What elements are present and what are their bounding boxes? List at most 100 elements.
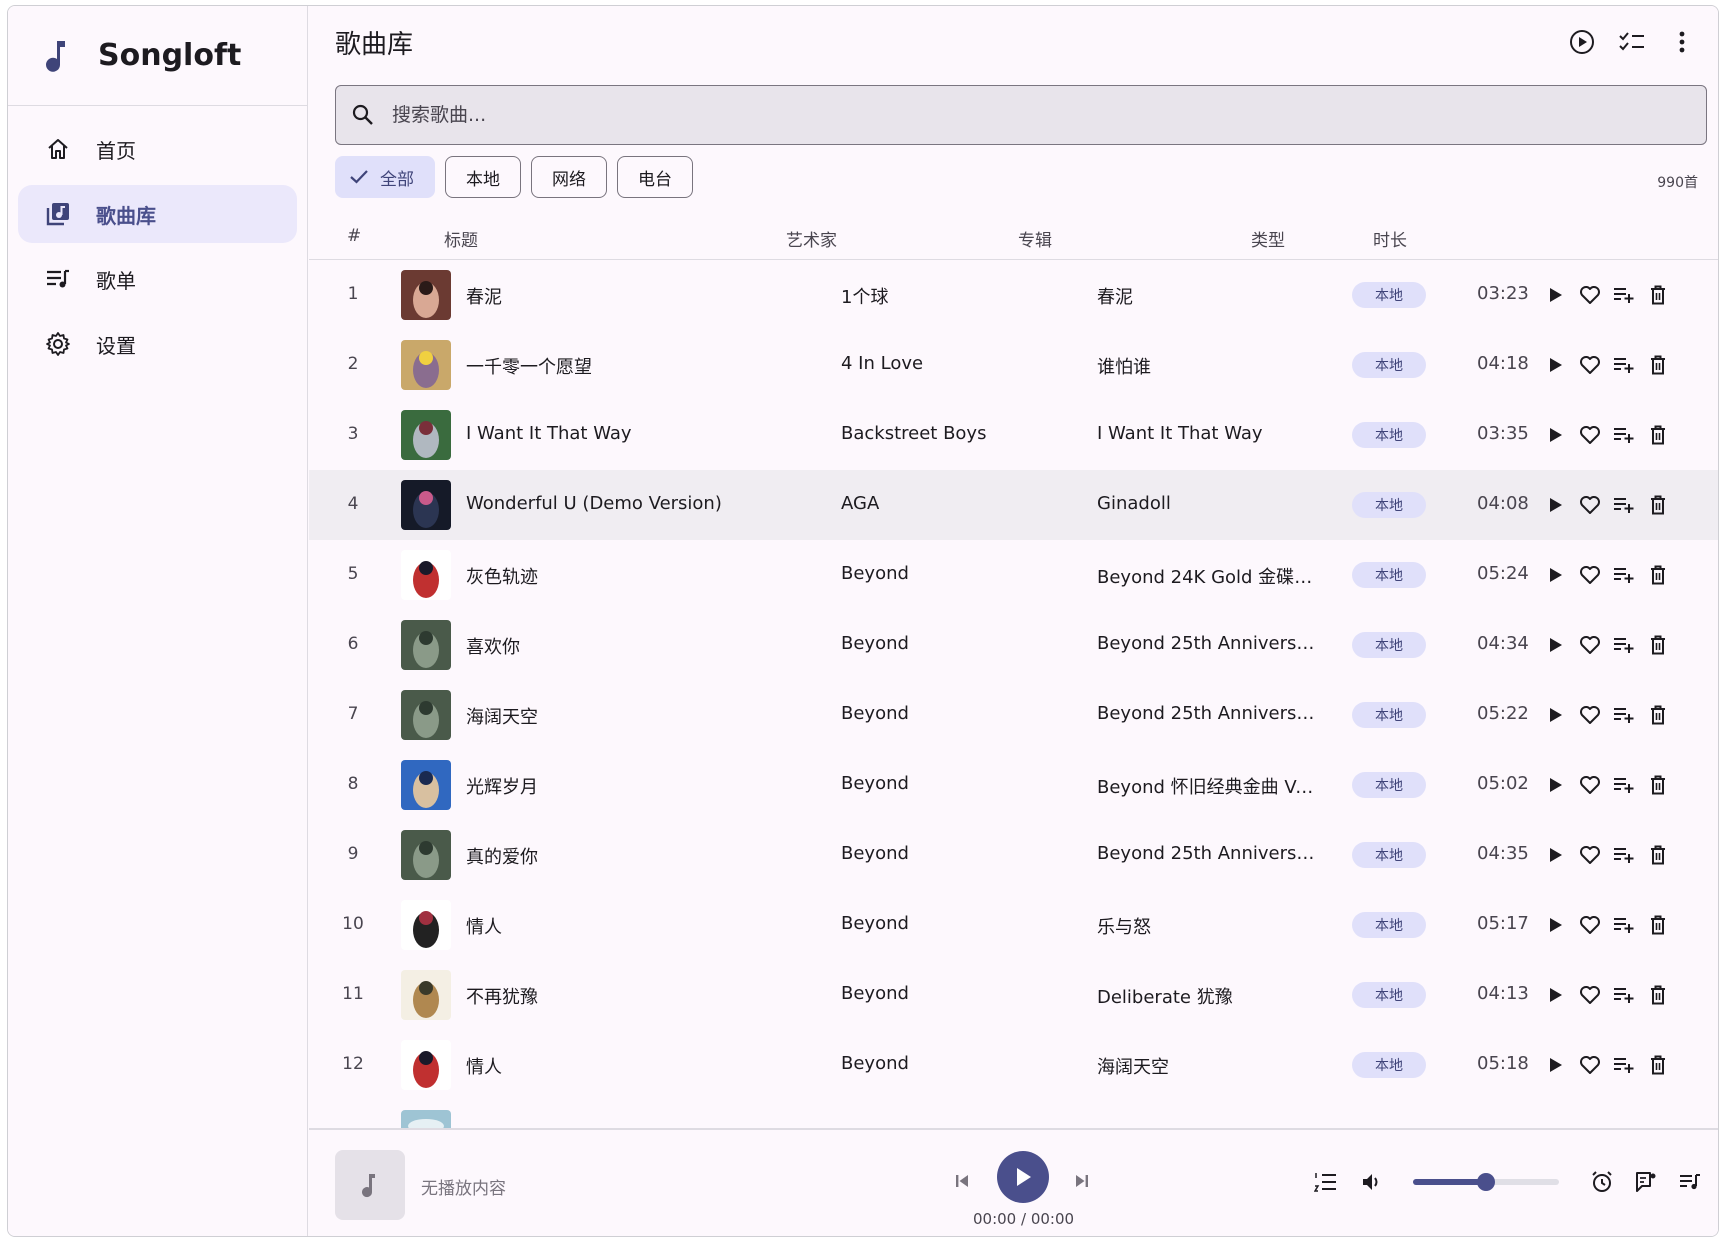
- table-row[interactable]: 9 真的爱你 Beyond Beyond 25th Anniversary 本地 04:3…: [309, 820, 1718, 890]
- delete-button[interactable]: [1641, 349, 1675, 381]
- play-song-button[interactable]: [1539, 909, 1573, 941]
- play-song-button[interactable]: [1539, 489, 1573, 521]
- delete-button[interactable]: [1641, 629, 1675, 661]
- table-row[interactable]: 2 一千零一个愿望 4 In Love 谁怕谁 本地 04:18: [309, 330, 1718, 400]
- multi-select-button[interactable]: [1610, 20, 1654, 64]
- table-row-partial[interactable]: [309, 1100, 1718, 1130]
- search-input[interactable]: [392, 104, 1592, 126]
- search-bar[interactable]: [335, 85, 1707, 145]
- filter-chip-radio[interactable]: 电台: [617, 156, 693, 198]
- filter-chip-local[interactable]: 本地: [445, 156, 521, 198]
- delete-button[interactable]: [1641, 1049, 1675, 1081]
- trash-icon: [1651, 705, 1665, 725]
- play-pause-button[interactable]: [997, 1151, 1049, 1203]
- play-icon: [1550, 708, 1562, 722]
- play-all-button[interactable]: [1560, 20, 1604, 64]
- table-row[interactable]: 7 海阔天空 Beyond Beyond 25th Anniversary 本地 05:2…: [309, 680, 1718, 750]
- add-to-playlist-button[interactable]: [1607, 349, 1641, 381]
- table-row[interactable]: 8 光辉岁月 Beyond Beyond 怀旧经典金曲 Vol. 1 本地 05:02: [309, 750, 1718, 820]
- delete-button[interactable]: [1641, 979, 1675, 1011]
- favorite-button[interactable]: [1573, 489, 1607, 521]
- add-to-playlist-button[interactable]: [1607, 559, 1641, 591]
- column-header-album[interactable]: 专辑: [1018, 226, 1052, 251]
- delete-button[interactable]: [1641, 489, 1675, 521]
- delete-button[interactable]: [1641, 909, 1675, 941]
- column-header-type[interactable]: 类型: [1251, 226, 1285, 251]
- sidebar-item-library[interactable]: 歌曲库: [18, 185, 297, 243]
- filter-chip-network[interactable]: 网络: [531, 156, 607, 198]
- play-song-button[interactable]: [1539, 629, 1573, 661]
- table-row[interactable]: 10 情人 Beyond 乐与怒 本地 05:17: [309, 890, 1718, 960]
- type-badge: 本地: [1352, 352, 1426, 378]
- play-queue-button[interactable]: [1309, 1165, 1343, 1199]
- add-to-playlist-button[interactable]: [1607, 419, 1641, 451]
- play-song-button[interactable]: [1539, 839, 1573, 871]
- table-row[interactable]: 5 灰色轨迹 Beyond Beyond 24K Gold 金碟至尊… 本地 05:24: [309, 540, 1718, 610]
- add-to-playlist-button[interactable]: [1607, 839, 1641, 871]
- volume-slider[interactable]: [1413, 1173, 1559, 1191]
- sidebar-item-home[interactable]: 首页: [18, 120, 297, 178]
- favorite-button[interactable]: [1573, 559, 1607, 591]
- sidebar-item-playlists[interactable]: 歌单: [18, 250, 297, 308]
- delete-button[interactable]: [1641, 699, 1675, 731]
- add-to-playlist-button[interactable]: [1607, 629, 1641, 661]
- table-row[interactable]: 4 Wonderful U (Demo Version) AGA Ginadoll 本地…: [309, 470, 1718, 540]
- play-song-button[interactable]: [1539, 699, 1573, 731]
- favorite-button[interactable]: [1573, 839, 1607, 871]
- delete-button[interactable]: [1641, 839, 1675, 871]
- play-song-button[interactable]: [1539, 349, 1573, 381]
- play-song-button[interactable]: [1539, 769, 1573, 801]
- lyrics-button[interactable]: [1629, 1165, 1663, 1199]
- heart-icon: [1580, 566, 1600, 584]
- delete-button[interactable]: [1641, 769, 1675, 801]
- delete-button[interactable]: [1641, 419, 1675, 451]
- play-song-button[interactable]: [1539, 419, 1573, 451]
- skip-next-icon: [1076, 1175, 1088, 1187]
- play-song-button[interactable]: [1539, 1049, 1573, 1081]
- sidebar-item-settings[interactable]: 设置: [18, 315, 297, 373]
- add-to-playlist-button[interactable]: [1607, 909, 1641, 941]
- column-header-duration[interactable]: 时长: [1373, 226, 1407, 251]
- delete-button[interactable]: [1641, 279, 1675, 311]
- table-row[interactable]: 3 I Want It That Way Backstreet Boys I Want…: [309, 400, 1718, 470]
- volume-button[interactable]: [1355, 1165, 1389, 1199]
- app-window: Songloft 首页 歌曲库 歌单 设置 歌曲库 搜索歌曲... 全部 本地 …: [7, 5, 1719, 1237]
- play-song-button[interactable]: [1539, 979, 1573, 1011]
- add-to-playlist-button[interactable]: [1607, 489, 1641, 521]
- delete-button[interactable]: [1641, 559, 1675, 591]
- favorite-button[interactable]: [1573, 279, 1607, 311]
- filter-chip-all[interactable]: 全部: [335, 156, 435, 198]
- playlist-add-icon: [1614, 498, 1634, 513]
- play-song-button[interactable]: [1539, 279, 1573, 311]
- next-button[interactable]: [1067, 1166, 1097, 1196]
- table-row[interactable]: 6 喜欢你 Beyond Beyond 25th Anniversary 本地 04:34: [309, 610, 1718, 680]
- brand: Songloft: [8, 6, 307, 106]
- track-number: 2: [347, 354, 359, 374]
- playlist-panel-button[interactable]: [1673, 1165, 1707, 1199]
- favorite-button[interactable]: [1573, 419, 1607, 451]
- album-cover: [401, 550, 451, 600]
- favorite-button[interactable]: [1573, 699, 1607, 731]
- column-header-title[interactable]: 标题: [444, 226, 478, 251]
- more-options-button[interactable]: [1660, 20, 1704, 64]
- previous-button[interactable]: [947, 1166, 977, 1196]
- add-to-playlist-button[interactable]: [1607, 699, 1641, 731]
- add-to-playlist-button[interactable]: [1607, 279, 1641, 311]
- favorite-button[interactable]: [1573, 979, 1607, 1011]
- volume-thumb[interactable]: [1477, 1173, 1495, 1191]
- play-song-button[interactable]: [1539, 559, 1573, 591]
- favorite-button[interactable]: [1573, 349, 1607, 381]
- favorite-button[interactable]: [1573, 909, 1607, 941]
- trash-icon: [1651, 1055, 1665, 1075]
- table-row[interactable]: 11 不再犹豫 Beyond Deliberate 犹豫 本地 04:13: [309, 960, 1718, 1030]
- table-row[interactable]: 1 春泥 1个球 春泥 本地 03:23: [309, 260, 1718, 330]
- favorite-button[interactable]: [1573, 1049, 1607, 1081]
- add-to-playlist-button[interactable]: [1607, 979, 1641, 1011]
- column-header-artist[interactable]: 艺术家: [786, 226, 837, 251]
- favorite-button[interactable]: [1573, 769, 1607, 801]
- add-to-playlist-button[interactable]: [1607, 1049, 1641, 1081]
- favorite-button[interactable]: [1573, 629, 1607, 661]
- table-row[interactable]: 12 情人 Beyond 海阔天空 本地 05:18: [309, 1030, 1718, 1100]
- add-to-playlist-button[interactable]: [1607, 769, 1641, 801]
- sleep-timer-button[interactable]: [1585, 1165, 1619, 1199]
